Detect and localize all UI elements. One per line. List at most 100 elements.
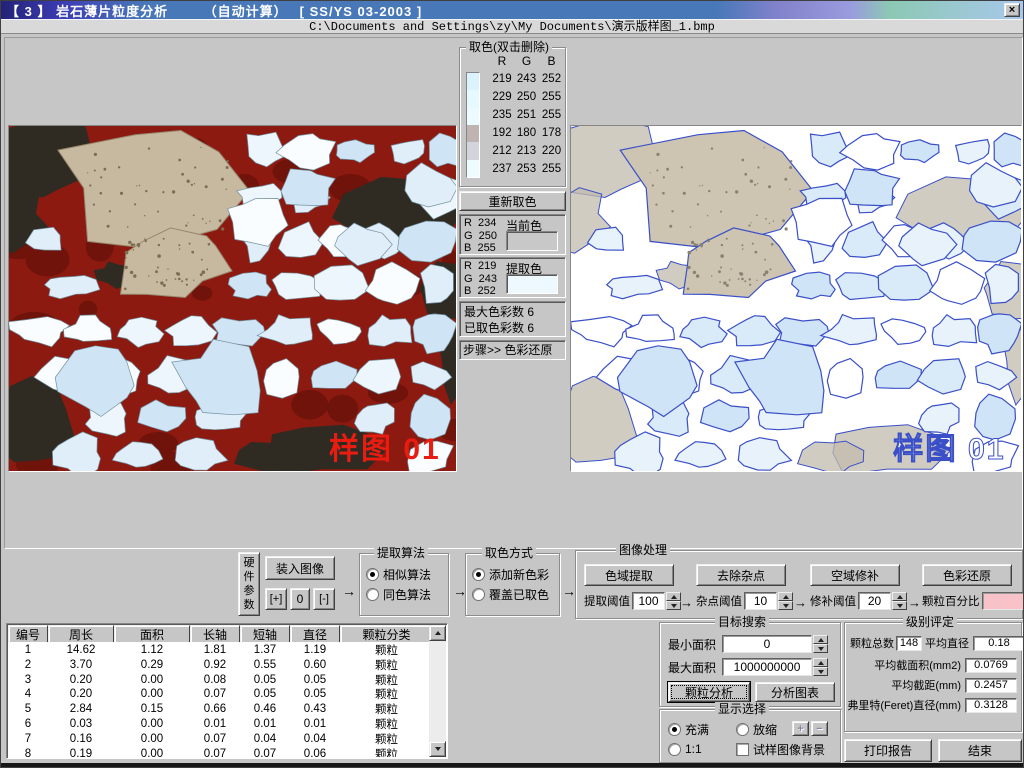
target-search-group: 目标搜索 最小面积 0 最大面积 1000000000 颗粒分析 分析图表 — [659, 622, 841, 707]
scroll-down-icon — [435, 747, 441, 751]
radio-icon — [366, 568, 379, 581]
max-area-label: 最大面积 — [668, 659, 716, 676]
scroll-up-button[interactable] — [429, 625, 446, 641]
min-area-input[interactable]: 0 — [722, 635, 812, 653]
radio-zoom-icon — [736, 723, 749, 736]
flow-arrow-icon: → — [794, 595, 807, 610]
scroll-up-icon — [435, 631, 441, 635]
close-button[interactable]: × — [1004, 3, 1020, 17]
picked-color-swatch — [467, 160, 479, 177]
extract-color-rgb: R 219G 243B 252 — [464, 260, 497, 298]
current-color-panel: R 234G 250B 255 当前色 — [459, 214, 566, 255]
print-report-button[interactable]: 打印报告 — [844, 739, 932, 762]
picked-color-row[interactable]: 235251255 — [490, 106, 564, 124]
picked-colors-strip[interactable] — [466, 72, 480, 178]
close-icon: × — [1009, 5, 1015, 15]
picked-color-row[interactable]: 237253255 — [490, 160, 564, 178]
grain-outline-image[interactable]: 样图 01 — [571, 126, 1021, 471]
table-row[interactable]: 23.700.290.920.550.60颗粒 — [8, 657, 429, 672]
radio-extract-algo-1[interactable]: 同色算法 — [360, 584, 448, 604]
picked-color-row[interactable]: 229250255 — [490, 88, 564, 106]
table-row[interactable]: 70.160.000.070.040.04颗粒 — [8, 731, 429, 746]
hardware-params-button[interactable]: 硬件参数 — [238, 552, 260, 616]
grain-table[interactable]: 编号周长面积长轴短轴直径颗粒分类 114.621.121.811.371.19颗… — [6, 623, 448, 759]
picked-colors-text: 已取色彩数 6 — [464, 320, 565, 336]
extract-algo-group: 提取算法 相似算法同色算法 — [359, 553, 449, 616]
total-grains-label: 颗粒总数 — [850, 635, 894, 651]
table-row[interactable]: 114.621.121.811.371.19颗粒 — [8, 642, 429, 657]
app-window: 【 3 】 岩石薄片粒度分析 （自动计算） [ SS/YS 03-2003 ] … — [0, 0, 1024, 768]
assessment-row: 弗里特(Feret)直径(mm)0.3128 — [845, 697, 1017, 713]
scroll-down-button[interactable] — [429, 741, 446, 757]
min-area-spinner[interactable] — [813, 635, 828, 653]
zoom-minus-button[interactable]: [-] — [313, 588, 335, 610]
radio-icon — [472, 568, 485, 581]
flow-arrow-icon: → — [908, 595, 921, 610]
zoom-plus-button[interactable]: [+] — [265, 588, 287, 610]
去除杂点-button[interactable]: 去除杂点 — [696, 564, 786, 586]
grain-table-body[interactable]: 114.621.121.811.371.19颗粒23.700.290.920.5… — [8, 642, 429, 757]
ip-value-field[interactable]: 10 — [744, 592, 777, 610]
load-image-button[interactable]: 装入图像 — [265, 556, 335, 580]
min-area-label: 最小面积 — [668, 636, 716, 653]
flow-arrow-icon: → — [342, 583, 356, 599]
end-button[interactable]: 结束 — [938, 739, 1022, 762]
title-bar: 【 3 】 岩石薄片粒度分析 （自动计算） [ SS/YS 03-2003 ] … — [1, 1, 1023, 19]
max-area-spinner[interactable] — [813, 658, 828, 676]
ip-value-field[interactable]: 100 — [632, 592, 665, 610]
current-color-swatch — [506, 231, 558, 251]
picked-color-row[interactable]: 219243252 — [490, 70, 564, 88]
picked-color-swatch — [467, 73, 479, 90]
image-processing-group: 图像处理 色域提取提取阈值100去除杂点杂点阈值10空域修补修补阈值20色彩还原… — [575, 550, 1023, 619]
radio-pick-mode-0[interactable]: 添加新色彩 — [466, 564, 559, 584]
空域修补-button[interactable]: 空域修补 — [810, 564, 900, 586]
color-pick-group: 取色(双击删除) RGB 219243252229250255235251255… — [459, 47, 566, 187]
zoom-reset-button[interactable]: 0 — [290, 588, 310, 610]
max-area-input[interactable]: 1000000000 — [722, 658, 812, 676]
avg-diameter-label: 平均直径 — [925, 635, 969, 651]
ip-value-spinner[interactable] — [778, 592, 793, 610]
ip-value-spinner[interactable] — [666, 592, 681, 610]
picked-color-row[interactable]: 192180178 — [490, 124, 564, 142]
grain-table-scrollbar[interactable] — [429, 625, 446, 757]
radio-pick-mode-1[interactable]: 覆盖已取色 — [466, 584, 559, 604]
processed-image-view[interactable]: 样图 01 — [570, 125, 1022, 472]
rgb-column-headers: RGB — [490, 54, 564, 68]
analysis-chart-button[interactable]: 分析图表 — [755, 682, 835, 702]
thin-section-photo[interactable]: 样图 01 — [9, 126, 456, 471]
radio-icon — [366, 588, 379, 601]
color-counts-panel: 最大色彩数 6 已取色彩数 6 — [459, 301, 566, 337]
radio-extract-algo-0[interactable]: 相似算法 — [360, 564, 448, 584]
radio-one-to-one[interactable]: 1:1 — [662, 739, 702, 759]
grain-analyze-button[interactable]: 颗粒分析 — [668, 682, 750, 702]
max-colors-text: 最大色彩数 6 — [464, 304, 565, 320]
table-row[interactable]: 40.200.000.070.050.05颗粒 — [8, 686, 429, 701]
grain-percent-field — [982, 592, 1024, 610]
assessment-value: 0.3128 — [965, 698, 1017, 713]
display-select-group: 显示选择 充满 放缩 + − 1:1 试样图像背景 — [659, 709, 841, 763]
picked-colors-list[interactable]: 2192432522292502552352512551921801782122… — [490, 70, 564, 178]
flow-arrow-icon: → — [680, 595, 693, 610]
extract-color-panel: R 219G 243B 252 提取色 — [459, 257, 566, 298]
next-step-hint: 步骤>> 色彩还原 — [459, 340, 566, 360]
repick-button[interactable]: 重新取色 — [459, 191, 566, 211]
table-row[interactable]: 52.840.150.660.460.43颗粒 — [8, 701, 429, 716]
source-image-view[interactable]: 样图 01 — [8, 125, 457, 472]
radio-fill[interactable]: 充满 — [662, 719, 709, 739]
ip-value-field[interactable]: 20 — [858, 592, 891, 610]
display-zoom-out-button[interactable]: − — [811, 721, 828, 736]
table-row[interactable]: 80.190.000.070.070.06颗粒 — [8, 746, 429, 757]
assessment-row: 平均截面积(mm2)0.0769 — [845, 657, 1017, 673]
picked-color-row[interactable]: 212213220 — [490, 142, 564, 160]
assessment-value: 0.2457 — [965, 678, 1017, 693]
色彩还原-button[interactable]: 色彩还原 — [922, 564, 1012, 586]
色域提取-button[interactable]: 色域提取 — [584, 564, 674, 586]
avg-diameter-value: 0.18 — [973, 636, 1024, 651]
table-row[interactable]: 30.200.000.080.050.05颗粒 — [8, 672, 429, 687]
bg-image-checkbox[interactable]: 试样图像背景 — [730, 739, 825, 759]
picked-color-swatch — [467, 90, 479, 107]
display-zoom-in-button[interactable]: + — [792, 721, 809, 736]
table-row[interactable]: 60.030.000.010.010.01颗粒 — [8, 716, 429, 731]
ip-value-spinner[interactable] — [892, 592, 907, 610]
radio-zoom[interactable]: 放缩 — [730, 719, 777, 739]
